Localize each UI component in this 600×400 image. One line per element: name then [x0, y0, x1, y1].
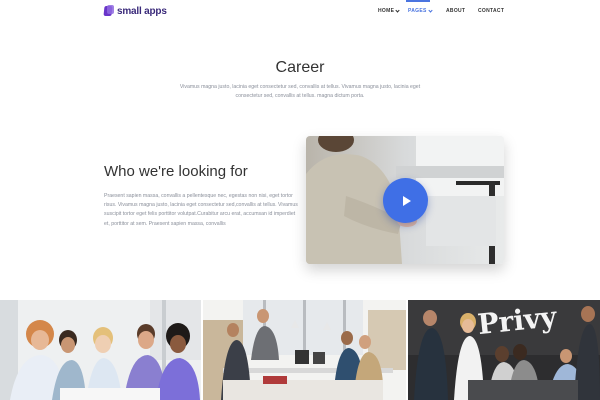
nav-item-pages[interactable]: PAGES [402, 0, 436, 22]
team-photo-meeting [0, 300, 201, 400]
chevron-down-icon [395, 7, 400, 13]
main-nav: HOME PAGES ABOUT CONTACT [372, 0, 506, 22]
nav-home-label: HOME [378, 8, 395, 14]
nav-item-about[interactable]: ABOUT [436, 0, 466, 22]
logo-mark-icon [103, 5, 114, 17]
team-photos: Privy [0, 300, 600, 400]
page-subtitle: Vivamus magna justo, lacinia eget consec… [179, 84, 421, 99]
nav-pages-label: PAGES [408, 8, 427, 14]
brand-logo[interactable]: small apps [103, 4, 167, 18]
video-card[interactable] [306, 136, 504, 264]
nav-item-home[interactable]: HOME [372, 0, 402, 22]
section-title: Who we're looking for [104, 163, 248, 180]
play-button[interactable] [383, 178, 428, 223]
play-icon [403, 195, 411, 206]
section-body: Praesent sapien massa, convallis a pelle… [104, 193, 298, 227]
site-header: small apps HOME PAGES ABOUT CONTACT [0, 0, 600, 22]
nav-about-label: ABOUT [446, 8, 466, 14]
team-photo-workspace [203, 300, 406, 400]
chevron-down-icon [428, 7, 433, 13]
nav-contact-label: CONTACT [478, 8, 505, 14]
brand-name: small apps [117, 5, 167, 17]
team-photo-lounge: Privy [408, 300, 600, 400]
nav-item-contact[interactable]: CONTACT [466, 0, 506, 22]
page-title: Career [275, 59, 325, 76]
